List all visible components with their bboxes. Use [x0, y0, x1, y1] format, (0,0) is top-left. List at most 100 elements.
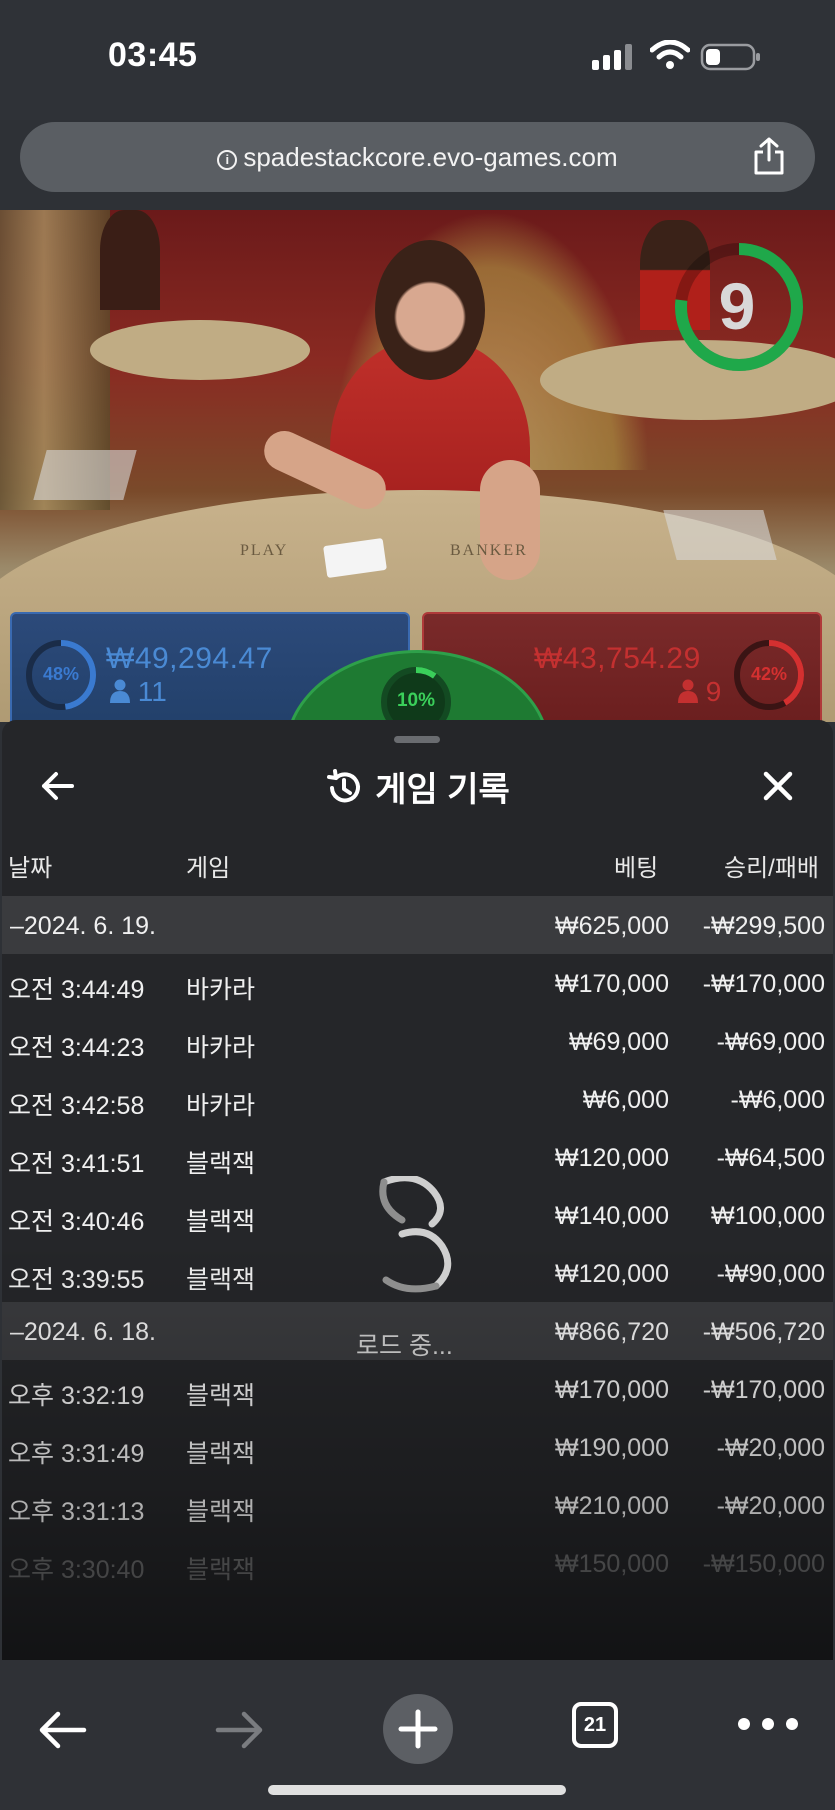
row-game: 바카라 [186, 1092, 256, 1120]
row-result: -₩170,000 [702, 1376, 825, 1404]
row-game: 바카라 [186, 976, 256, 1004]
felt-player-label: PLAY [240, 542, 289, 559]
share-icon[interactable] [751, 136, 787, 176]
history-row[interactable]: 오전 3:44:49 바카라 ₩170,000 -₩170,000 [2, 954, 833, 1012]
row-bet: ₩150,000 [555, 1550, 669, 1578]
row-game: 블랙잭 [186, 1150, 256, 1178]
player-total-bet: ₩49,294.47 [106, 642, 273, 675]
history-row[interactable]: 오후 3:32:19 블랙잭 ₩170,000 -₩170,000 [2, 1360, 833, 1418]
row-result: -₩6,000 [730, 1086, 825, 1114]
url-text[interactable]: spadestackcore.evo-games.com [243, 142, 617, 172]
row-bet: ₩120,000 [555, 1260, 669, 1288]
row-result: -₩20,000 [716, 1492, 825, 1520]
row-result: -₩170,000 [702, 970, 825, 998]
card-shoe [33, 450, 137, 500]
arrow-left-icon[interactable] [32, 1700, 92, 1760]
row-game: 블랙잭 [186, 1556, 256, 1584]
row-game: 블랙잭 [186, 1498, 256, 1526]
row-game: 블랙잭 [186, 1266, 256, 1294]
row-time: 오전 3:39:55 [8, 1266, 145, 1294]
card-shoe [663, 510, 777, 560]
user-icon [110, 679, 130, 703]
background-person [100, 210, 160, 310]
date-group-row[interactable]: –2024. 6. 19. ₩625,000 -₩299,500 [2, 896, 833, 954]
row-time: 오전 3:40:46 [8, 1208, 145, 1236]
row-bet: ₩120,000 [555, 1144, 669, 1172]
player-count: 11 [110, 676, 167, 708]
sheet-title: 게임 기록 [2, 762, 833, 811]
felt-banker-label: BANKER [450, 542, 528, 559]
row-result: -₩150,000 [702, 1550, 825, 1578]
row-bet: ₩170,000 [555, 1376, 669, 1404]
group-bet-total: ₩625,000 [555, 912, 669, 940]
row-time: 오후 3:30:40 [8, 1556, 145, 1584]
row-time: 오전 3:42:58 [8, 1092, 145, 1120]
side-table [90, 320, 310, 380]
row-time: 오전 3:44:49 [8, 976, 145, 1004]
row-bet: ₩190,000 [555, 1434, 669, 1462]
group-result-total: -₩299,500 [702, 912, 825, 940]
wifi-icon [650, 40, 690, 69]
player-percent: 48% [42, 664, 80, 684]
row-bet: ₩140,000 [555, 1202, 669, 1230]
plus-icon [398, 1709, 438, 1749]
loading-text: 로드 중... [356, 1332, 453, 1360]
row-bet: ₩170,000 [555, 970, 669, 998]
countdown-value: 9 [718, 269, 756, 343]
row-result: -₩69,000 [716, 1028, 825, 1056]
close-icon[interactable] [758, 766, 798, 806]
tabs-button[interactable]: 21 [572, 1702, 618, 1748]
banker-percent: 42% [750, 664, 788, 684]
history-row[interactable]: 오전 3:44:23 바카라 ₩69,000 -₩69,000 [2, 1012, 833, 1070]
sheet-handle[interactable] [394, 736, 440, 743]
banker-total-bet: ₩43,754.29 [534, 642, 701, 675]
banker-count: 9 [678, 676, 721, 708]
row-game: 블랙잭 [186, 1382, 256, 1410]
group-date: –2024. 6. 19. [10, 912, 156, 940]
signal-icon [592, 44, 632, 70]
status-bar: 03:45 [0, 0, 835, 120]
row-result: ₩100,000 [711, 1202, 825, 1230]
arrow-right-icon[interactable] [210, 1700, 270, 1760]
row-bet: ₩69,000 [568, 1028, 669, 1056]
clock: 03:45 [108, 36, 198, 74]
home-indicator[interactable] [268, 1785, 566, 1795]
column-header-result[interactable]: 승리/패배 [724, 848, 819, 883]
history-row[interactable]: 오후 3:31:49 블랙잭 ₩190,000 -₩20,000 [2, 1418, 833, 1476]
row-time: 오전 3:41:51 [8, 1150, 145, 1178]
tie-percent: 10% [396, 690, 436, 711]
row-game: 바카라 [186, 1034, 256, 1062]
group-date: –2024. 6. 18. [10, 1318, 156, 1346]
column-header-game[interactable]: 게임 [186, 848, 230, 883]
dealer-head [375, 240, 485, 380]
row-result: -₩20,000 [716, 1434, 825, 1462]
row-bet: ₩210,000 [555, 1492, 669, 1520]
row-time: 오전 3:44:23 [8, 1034, 145, 1062]
group-result-total: -₩506,720 [702, 1318, 825, 1346]
loading-spinner-icon [379, 1176, 452, 1293]
row-bet: ₩6,000 [582, 1086, 669, 1114]
row-time: 오후 3:31:49 [8, 1440, 145, 1468]
row-result: -₩64,500 [716, 1144, 825, 1172]
more-icon[interactable] [736, 1716, 800, 1732]
banker-count-value: 9 [705, 676, 722, 707]
row-time: 오후 3:32:19 [8, 1382, 145, 1410]
row-result: -₩90,000 [716, 1260, 825, 1288]
address-bar[interactable]: i spadestackcore.evo-games.com [20, 122, 815, 192]
column-header-bet[interactable]: 베팅 [614, 848, 658, 883]
row-game: 블랙잭 [186, 1208, 256, 1236]
info-icon[interactable]: i [217, 150, 238, 170]
history-row[interactable]: 오후 3:31:13 블랙잭 ₩210,000 -₩20,000 [2, 1476, 833, 1534]
group-bet-total: ₩866,720 [555, 1318, 669, 1346]
user-icon [678, 679, 698, 703]
dealer-arm [480, 460, 540, 580]
new-tab-button[interactable] [383, 1694, 453, 1764]
column-header-date[interactable]: 날짜 [8, 848, 52, 883]
battery-icon [700, 43, 760, 71]
url-row[interactable]: i spadestackcore.evo-games.com [20, 142, 815, 173]
history-row[interactable]: 오후 3:30:40 블랙잭 ₩150,000 -₩150,000 [2, 1534, 833, 1592]
player-count-value: 11 [137, 676, 167, 707]
history-row[interactable]: 오전 3:42:58 바카라 ₩6,000 -₩6,000 [2, 1070, 833, 1128]
row-time: 오후 3:31:13 [8, 1498, 145, 1526]
sheet-title-text: 게임 기록 [375, 771, 510, 809]
